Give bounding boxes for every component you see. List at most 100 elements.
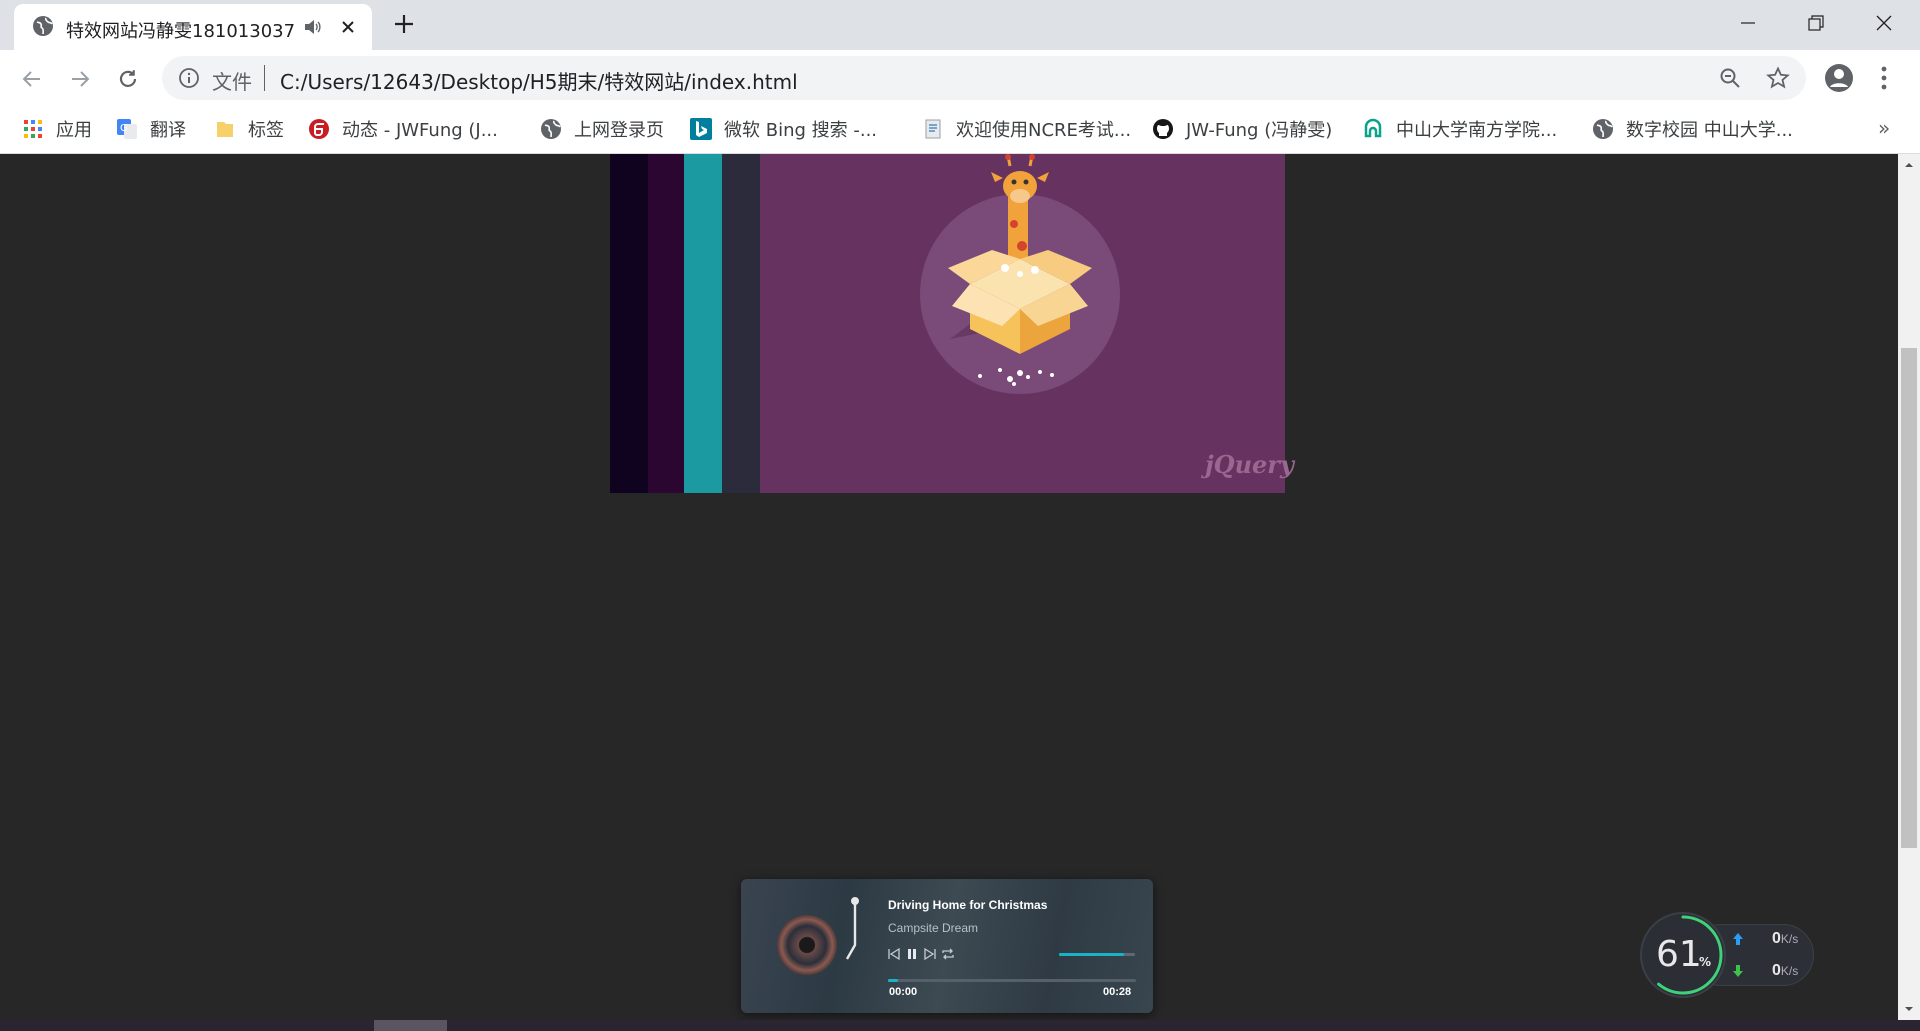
music-player: Driving Home for Christmas Campsite Drea…: [741, 879, 1153, 1013]
color-strip: [722, 154, 760, 493]
bookmark-digital-campus[interactable]: 数字校园 中山大学...: [1592, 114, 1793, 144]
next-icon[interactable]: [923, 947, 937, 961]
upload-arrow-icon: [1733, 933, 1743, 945]
profile-avatar-icon[interactable]: [1824, 63, 1854, 93]
page-content: jQuery Driving Home for Christmas Campsi…: [0, 154, 1898, 1020]
close-tab-icon[interactable]: [338, 17, 358, 37]
globe-icon: [1593, 119, 1613, 139]
back-button[interactable]: [14, 61, 50, 97]
color-strip: [610, 154, 648, 493]
minimize-button[interactable]: [1728, 8, 1768, 38]
menu-dots-icon[interactable]: [1874, 64, 1894, 92]
bookmark-bing[interactable]: 微软 Bing 搜索 -...: [690, 114, 877, 144]
color-strip: [684, 154, 722, 493]
svg-text:G: G: [120, 123, 128, 134]
progress-bar[interactable]: [888, 979, 1136, 982]
bookmarks-bar: 应用 G 翻译 标签 动态 - JWFung (J... 上网登录页 微软 Bi…: [0, 106, 1920, 154]
bookmark-apps[interactable]: 应用: [22, 114, 92, 144]
close-window-button[interactable]: [1864, 8, 1904, 38]
bookmark-label: 标签: [248, 120, 284, 141]
horizontal-scrollbar[interactable]: [0, 1020, 1920, 1031]
download-speed: 0K/s: [1772, 962, 1798, 980]
tab-title: 特效网站冯静雯181013037: [66, 21, 296, 42]
bookmark-label: 翻译: [150, 120, 186, 141]
scroll-down-icon[interactable]: [1904, 1004, 1914, 1014]
restore-icon: [1808, 15, 1824, 31]
reload-button[interactable]: [110, 61, 146, 97]
repeat-icon[interactable]: [941, 947, 955, 961]
tonearm-icon: [845, 897, 859, 960]
bookmark-label: 中山大学南方学院...: [1396, 120, 1558, 141]
song-artist: Campsite Dream: [888, 921, 979, 935]
upload-value: 0: [1772, 930, 1781, 947]
vertical-scrollbar[interactable]: [1898, 154, 1920, 1020]
star-icon[interactable]: [1766, 66, 1790, 90]
bookmark-label: 动态 - JWFung (J...: [342, 120, 498, 141]
jquery-watermark: jQuery: [1205, 450, 1294, 479]
active-tab[interactable]: 特效网站冯静雯181013037: [14, 4, 372, 50]
address-bar[interactable]: 文件 C:/Users/12643/Desktop/H5期末/特效网站/inde…: [162, 56, 1806, 100]
prev-icon[interactable]: [887, 947, 901, 961]
download-value: 0: [1772, 962, 1781, 979]
bookmark-university[interactable]: 中山大学南方学院...: [1362, 114, 1557, 144]
apps-grid-icon: [24, 120, 42, 138]
bookmark-gitee[interactable]: 动态 - JWFung (J...: [308, 114, 498, 144]
school-icon: [1364, 118, 1382, 138]
download-arrow-icon: [1733, 965, 1743, 977]
url-text[interactable]: C:/Users/12643/Desktop/H5期末/特效网站/index.h…: [280, 66, 798, 95]
tab-strip: 特效网站冯静雯181013037: [0, 0, 1920, 50]
arrow-right-icon: [72, 71, 90, 87]
percent-symbol: %: [1699, 955, 1712, 969]
bookmark-label: 应用: [56, 120, 92, 141]
minimize-icon: [1741, 22, 1755, 24]
color-strip: [648, 154, 684, 493]
current-time: 00:00: [889, 986, 918, 998]
bookmark-translate[interactable]: G 翻译: [116, 114, 186, 144]
bookmark-label: 数字校园 中山大学...: [1626, 120, 1793, 141]
hero-slide[interactable]: jQuery: [760, 154, 1294, 493]
scheme-label: 文件: [212, 70, 252, 94]
scrollbar-thumb[interactable]: [374, 1020, 447, 1031]
total-time: 00:28: [1103, 986, 1132, 998]
reload-icon: [119, 70, 137, 87]
globe-icon: [541, 119, 561, 139]
restore-button[interactable]: [1796, 8, 1836, 38]
divider: [264, 65, 265, 91]
giraffe-box-illustration: [920, 154, 1120, 394]
forward-button[interactable]: [62, 61, 98, 97]
arrow-left-icon: [22, 71, 40, 87]
toolbar: 文件 C:/Users/12643/Desktop/H5期末/特效网站/inde…: [0, 50, 1920, 106]
bookmark-login-page[interactable]: 上网登录页: [540, 114, 664, 144]
info-icon[interactable]: [178, 67, 200, 89]
globe-icon: [33, 16, 53, 36]
gitee-icon: [309, 119, 329, 139]
bookmark-label: JW-Fung (冯静雯): [1186, 120, 1333, 141]
upload-unit: K/s: [1780, 932, 1799, 946]
upload-speed: 0K/s: [1772, 930, 1798, 948]
github-icon: [1153, 119, 1173, 139]
speaker-icon[interactable]: [304, 19, 322, 35]
folder-icon: [217, 122, 233, 137]
scroll-up-icon[interactable]: [1904, 160, 1914, 170]
translate-icon: G: [117, 119, 137, 139]
bookmark-tags[interactable]: 标签: [214, 114, 284, 144]
progress-fill: [888, 979, 898, 982]
pause-icon[interactable]: [905, 947, 919, 961]
album-disc: [777, 915, 837, 975]
bookmark-label: 上网登录页: [574, 120, 664, 141]
scrollbar-thumb[interactable]: [1901, 348, 1917, 848]
bookmark-label: 微软 Bing 搜索 -...: [724, 120, 878, 141]
document-icon: [925, 119, 941, 139]
bookmark-ncre[interactable]: 欢迎使用NCRE考试...: [922, 114, 1131, 144]
volume-slider[interactable]: [1059, 953, 1135, 956]
bookmark-label: 欢迎使用NCRE考试...: [956, 120, 1132, 141]
volume-fill: [1059, 953, 1124, 956]
bookmarks-overflow-button[interactable]: »: [1878, 116, 1890, 140]
download-unit: K/s: [1780, 964, 1799, 978]
song-title: Driving Home for Christmas: [888, 898, 1048, 912]
bookmark-github[interactable]: JW-Fung (冯静雯): [1152, 114, 1332, 144]
new-tab-icon[interactable]: [392, 12, 416, 36]
zoom-icon[interactable]: [1718, 66, 1742, 90]
bing-icon: [690, 118, 712, 140]
close-icon: [1876, 15, 1892, 31]
